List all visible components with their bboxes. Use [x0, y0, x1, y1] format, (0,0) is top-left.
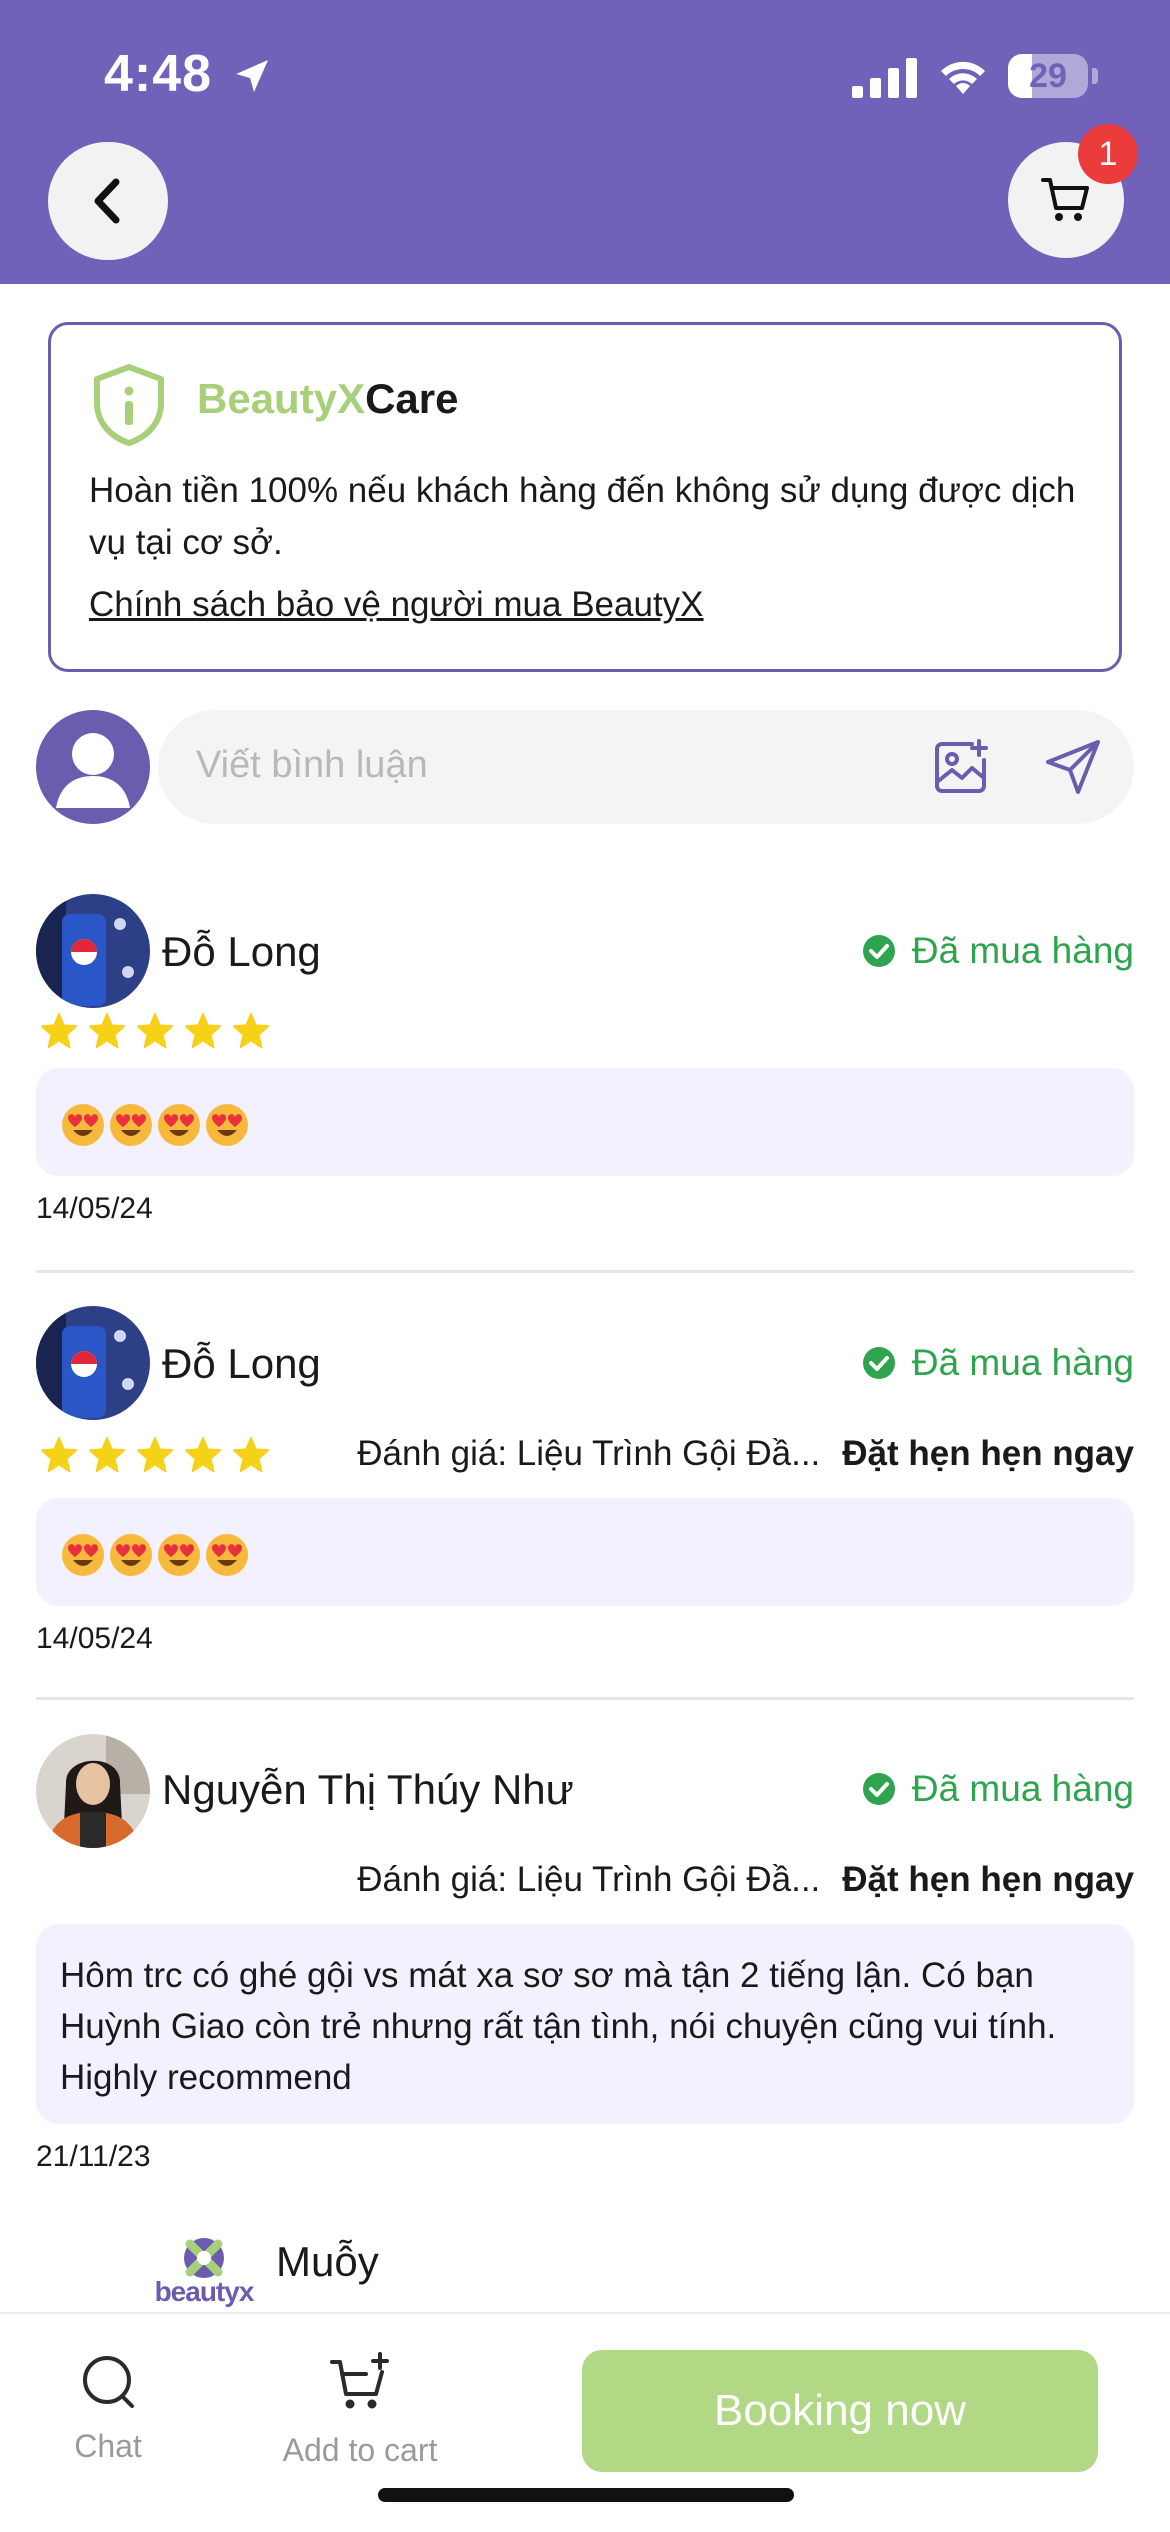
heart-eyes-emoji-icon: [62, 1534, 104, 1576]
add-cart-icon: [330, 2352, 389, 2409]
buyer-protection-policy-link[interactable]: Chính sách bảo vệ người mua BeautyX: [89, 585, 704, 625]
star-icon: [88, 1012, 126, 1049]
verified-purchase-label: Đã mua hàng: [911, 1342, 1134, 1383]
chat-label: Chat: [74, 2428, 142, 2464]
verified-purchase-label: Đã mua hàng: [911, 930, 1134, 971]
review-text: Hôm trc có ghé gội vs mát xa sơ sơ mà tậ…: [60, 1956, 1057, 2097]
beautyx-care-card: BeautyXCare Hoàn tiền 100% nếu khách hàn…: [48, 322, 1122, 672]
review-bubble: 😍😍😍😍: [36, 1498, 1134, 1606]
signal-icon: [852, 58, 917, 98]
reviewer-avatar: [36, 1734, 150, 1848]
reviewer-name: Nguyễn Thị Thúy Như: [162, 1766, 574, 1813]
heart-eyes-emoji-row: [60, 1102, 250, 1148]
app-header: 4:48 29 1: [0, 0, 1170, 284]
wifi-icon: [941, 61, 985, 94]
care-brand: BeautyX: [197, 375, 366, 422]
heart-eyes-emoji-row: [60, 1532, 250, 1578]
review-item: Đỗ Long Đã mua hàng 😍😍😍😍 14/05/24: [36, 894, 1134, 1234]
star-icon: [40, 1012, 78, 1049]
review-date: 14/05/24: [36, 1192, 153, 1225]
back-button[interactable]: [48, 142, 168, 260]
star-icon: [232, 1436, 270, 1473]
booking-now-button[interactable]: Booking now: [582, 2350, 1098, 2472]
comment-input[interactable]: Viết bình luận: [158, 710, 1134, 824]
add-to-cart-button[interactable]: Add to cart: [270, 2352, 450, 2469]
review-divider: [36, 1270, 1134, 1273]
heart-eyes-emoji-icon: [62, 1104, 104, 1146]
star-icon: [40, 1436, 78, 1473]
shield-info-icon: [94, 364, 164, 446]
cart-count-badge: 1: [1078, 124, 1138, 184]
heart-eyes-emoji-icon: [206, 1104, 248, 1146]
user-avatar: [36, 710, 150, 824]
add-image-icon[interactable]: [932, 738, 990, 796]
reviewer-avatar: [36, 1306, 150, 1420]
heart-eyes-emoji-icon: [158, 1534, 200, 1576]
review-date: 14/05/24: [36, 1622, 153, 1655]
check-circle-icon: [862, 935, 895, 967]
book-now-link[interactable]: Đặt hẹn hẹn ngay: [842, 1434, 1134, 1474]
review-item: Đỗ Long Đã mua hàng Đánh giá: Liệu Trình…: [36, 1306, 1134, 1666]
review-date: 21/11/23: [36, 2140, 151, 2173]
star-rating: [40, 1436, 270, 1474]
star-icon: [232, 1012, 270, 1049]
heart-eyes-emoji-icon: [206, 1534, 248, 1576]
book-now-link[interactable]: Đặt hẹn hẹn ngay: [842, 1860, 1134, 1900]
star-icon: [184, 1436, 222, 1473]
review-divider: [36, 1697, 1134, 1700]
verified-purchase-badge: Đã mua hàng: [862, 930, 1134, 972]
verified-purchase-badge: Đã mua hàng: [862, 1768, 1134, 1810]
heart-eyes-emoji-icon: [158, 1104, 200, 1146]
add-to-cart-label: Add to cart: [282, 2432, 438, 2468]
reviewer-avatar: [36, 894, 150, 1008]
chevron-left-icon: [94, 178, 120, 224]
heart-eyes-emoji-icon: [110, 1534, 152, 1576]
check-circle-icon: [862, 1773, 895, 1805]
review-item: Nguyễn Thị Thúy Như Đã mua hàng Đánh giá…: [36, 1734, 1134, 2174]
review-bubble: Hôm trc có ghé gội vs mát xa sơ sơ mà tậ…: [36, 1924, 1134, 2124]
review-item: beautyx Muỗy: [36, 2230, 1134, 2310]
cart-icon: [1041, 178, 1089, 221]
service-eval-row: Đánh giá: Liệu Trình Gội Đầ... Đặt hẹn h…: [320, 1434, 1134, 1474]
heart-eyes-emoji-icon: [110, 1104, 152, 1146]
location-arrow-icon: [236, 60, 268, 92]
beautyx-logo-text: beautyx: [154, 2276, 255, 2307]
reviewer-name: Đỗ Long: [162, 928, 321, 975]
care-word: Care: [365, 375, 459, 422]
battery-icon: 29: [1008, 54, 1088, 98]
service-eval-row: Đánh giá: Liệu Trình Gội Đầ... Đặt hẹn h…: [320, 1860, 1134, 1900]
care-description: Hoàn tiền 100% nếu khách hàng đến không …: [89, 471, 1076, 562]
battery-level: 29: [1029, 57, 1067, 95]
comment-placeholder: Viết bình luận: [196, 744, 428, 786]
beautyx-logo: beautyx: [154, 2236, 254, 2310]
send-icon[interactable]: [1044, 738, 1102, 796]
chat-bubble-icon: [83, 2356, 134, 2408]
star-icon: [184, 1012, 222, 1049]
star-icon: [88, 1436, 126, 1473]
verified-purchase-label: Đã mua hàng: [911, 1768, 1134, 1809]
reviewer-name: Đỗ Long: [162, 1340, 321, 1387]
check-circle-icon: [862, 1347, 895, 1379]
evaluated-service-link[interactable]: Đánh giá: Liệu Trình Gội Đầ...: [320, 1860, 820, 1900]
star-icon: [136, 1012, 174, 1049]
evaluated-service-link[interactable]: Đánh giá: Liệu Trình Gội Đầ...: [320, 1434, 820, 1474]
home-indicator: [378, 2488, 794, 2502]
care-title: BeautyXCare: [197, 375, 458, 423]
review-bubble: 😍😍😍😍: [36, 1068, 1134, 1176]
reviewer-name: Muỗy: [276, 2238, 379, 2285]
verified-purchase-badge: Đã mua hàng: [862, 1342, 1134, 1384]
chat-button[interactable]: Chat: [58, 2352, 158, 2465]
star-icon: [136, 1436, 174, 1473]
status-time: 4:48: [104, 45, 213, 103]
user-icon: [56, 733, 130, 808]
star-rating: [40, 1012, 270, 1050]
